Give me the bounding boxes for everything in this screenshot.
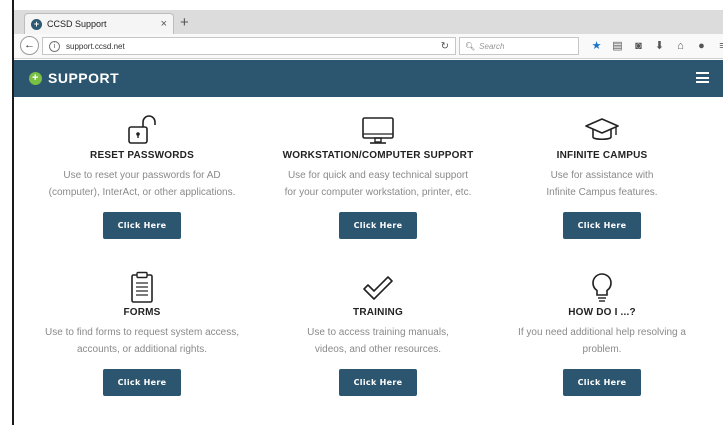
card-description-line: Use for quick and easy technical support <box>287 170 469 181</box>
tab-title: CCSD Support <box>47 19 107 29</box>
window-left-edge <box>0 0 14 425</box>
new-tab-button[interactable]: + <box>180 14 189 32</box>
how-do-i-button[interactable]: Click Here <box>563 369 641 396</box>
card-description-line: Use for assistance with <box>550 170 654 181</box>
hamburger-menu-icon[interactable] <box>696 72 709 83</box>
home-icon[interactable]: ⌂ <box>670 37 691 55</box>
menu-icon[interactable]: ≡ <box>712 37 723 55</box>
graduation-cap-icon <box>482 114 722 148</box>
card-forms: FORMS Use to find forms to request syste… <box>22 271 262 396</box>
card-title: WORKSTATION/COMPUTER SUPPORT <box>282 150 474 161</box>
card-description-line: (computer), InterAct, or other applicati… <box>48 187 236 198</box>
card-description: Use for quick and easy technical support… <box>258 167 498 201</box>
infinite-campus-button[interactable]: Click Here <box>563 212 641 239</box>
card-description-line: Use to reset your passwords for AD <box>63 170 221 181</box>
padlock-icon <box>22 114 262 148</box>
card-title: INFINITE CAMPUS <box>556 150 648 161</box>
card-training: TRAINING Use to access training manuals,… <box>258 271 498 396</box>
site-logo[interactable]: + SUPPORT <box>29 70 119 86</box>
search-placeholder: Search <box>479 41 505 51</box>
monitor-icon <box>258 114 498 148</box>
card-workstation-support: WORKSTATION/COMPUTER SUPPORT Use for qui… <box>258 114 498 239</box>
card-how-do-i: HOW DO I ...? If you need additional hel… <box>482 271 722 396</box>
reset-passwords-button[interactable]: Click Here <box>103 212 181 239</box>
card-title: TRAINING <box>353 307 403 318</box>
site-header: + SUPPORT <box>14 60 723 97</box>
search-input[interactable]: 🔍︎ Search <box>459 37 579 55</box>
workstation-support-button[interactable]: Click Here <box>339 212 417 239</box>
card-description-line: Use to find forms to request system acce… <box>45 327 239 338</box>
card-description-line: accounts, or additional rights. <box>76 344 208 355</box>
logo-text: SUPPORT <box>48 70 120 86</box>
tab-close-icon[interactable]: × <box>161 18 167 30</box>
back-button[interactable]: ← <box>20 36 39 55</box>
pocket-icon[interactable]: ◙ <box>628 37 649 55</box>
card-description: Use for assistance with Infinite Campus … <box>482 167 722 201</box>
site-favicon-icon: + <box>31 18 42 30</box>
reading-list-icon[interactable]: ▤ <box>607 37 628 55</box>
forms-button[interactable]: Click Here <box>103 369 181 396</box>
card-description-line: videos, and other resources. <box>314 344 442 355</box>
training-button[interactable]: Click Here <box>339 369 417 396</box>
logo-plus-icon: + <box>29 71 42 85</box>
navigation-bar: ← i support.ccsd.net ↻ 🔍︎ Search ★ ▤ ◙ ⬇… <box>14 34 723 59</box>
card-description: Use to find forms to request system acce… <box>22 324 262 358</box>
clipboard-icon <box>22 271 262 305</box>
card-description-line: problem. <box>582 344 622 355</box>
url-text: support.ccsd.net <box>66 41 125 51</box>
card-description-line: Use to access training manuals, <box>307 327 449 338</box>
download-icon[interactable]: ⬇ <box>649 37 670 55</box>
browser-window: + CCSD Support × + ← i support.ccsd.net … <box>0 0 723 425</box>
search-icon: 🔍︎ <box>465 41 476 51</box>
card-description: Use to reset your passwords for AD (comp… <box>22 167 262 201</box>
window-top-edge <box>0 0 723 10</box>
card-description: If you need additional help resolving a … <box>482 324 722 358</box>
card-title: FORMS <box>123 307 161 318</box>
chat-icon[interactable]: ● <box>691 37 712 55</box>
browser-toolbar: ★ ▤ ◙ ⬇ ⌂ ● ≡ <box>586 37 723 55</box>
lightbulb-icon <box>482 271 722 305</box>
card-description-line: If you need additional help resolving a <box>518 327 686 338</box>
card-infinite-campus: INFINITE CAMPUS Use for assistance with … <box>482 114 722 239</box>
card-description-line: for your computer workstation, printer, … <box>284 187 472 198</box>
browser-tab[interactable]: + CCSD Support × <box>24 13 174 34</box>
card-title: HOW DO I ...? <box>568 307 636 318</box>
card-title: RESET PASSWORDS <box>90 150 194 161</box>
bookmark-star-icon[interactable]: ★ <box>586 37 607 55</box>
site-info-icon[interactable]: i <box>49 40 60 52</box>
card-description: Use to access training manuals, videos, … <box>258 324 498 358</box>
card-description-line: Infinite Campus features. <box>546 187 658 198</box>
address-bar[interactable]: i support.ccsd.net ↻ <box>42 37 456 55</box>
card-reset-passwords: RESET PASSWORDS Use to reset your passwo… <box>22 114 262 239</box>
checkmark-icon <box>258 271 498 305</box>
tab-strip: + CCSD Support × + <box>14 10 723 35</box>
reload-icon[interactable]: ↻ <box>441 41 449 52</box>
